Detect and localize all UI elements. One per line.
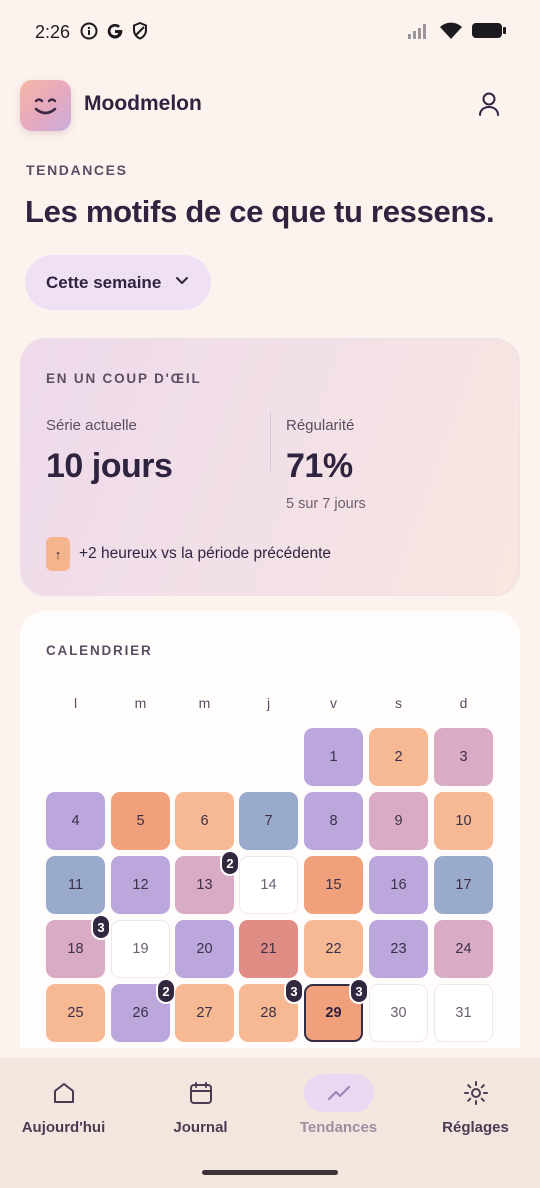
glance-kicker: EN UN COUP D'ŒIL	[46, 371, 202, 386]
calendar-day[interactable]: 8	[304, 792, 363, 850]
calendar-day[interactable]: 5	[111, 792, 170, 850]
weekday-label: m	[134, 695, 147, 711]
calendar-day[interactable]: 11	[46, 856, 105, 914]
calendar-day[interactable]: 2	[369, 728, 428, 786]
regularity-subtext: 5 sur 7 jours	[286, 496, 366, 512]
regularity-label: Régularité	[286, 417, 355, 434]
calendar-icon	[189, 1082, 212, 1104]
gesture-home-bar[interactable]	[202, 1170, 338, 1175]
weekday-label: v	[330, 695, 337, 711]
app-logo	[20, 80, 71, 131]
weekday-label: j	[266, 695, 271, 711]
calendar-day[interactable]: 30	[369, 984, 428, 1042]
calendar-day[interactable]: 24	[434, 920, 493, 978]
calendar-card: CALENDRIER l m m j v s d 1 2 3 4 5 6 7 8 9 10 11 12 13 2 14 15…	[20, 611, 520, 1048]
weekday-label: s	[395, 695, 402, 711]
calendar-day[interactable]: 27	[175, 984, 234, 1042]
trend-up-icon: ↑	[46, 537, 70, 571]
trend-text: +2 heureux vs la période précédente	[79, 545, 332, 562]
glance-card: EN UN COUP D'ŒIL Série actuelle 10 jours…	[20, 338, 520, 596]
google-icon	[107, 23, 123, 39]
period-dropdown-label: Cette semaine	[46, 272, 162, 292]
wifi-icon	[440, 22, 462, 39]
calendar-day[interactable]: 9	[369, 792, 428, 850]
nav-item-trends[interactable]: Tendances	[271, 1058, 406, 1158]
profile-icon	[479, 92, 499, 116]
sun-icon	[463, 1081, 488, 1105]
nav-label-settings: Réglages	[442, 1119, 509, 1136]
weekday-label: l	[73, 695, 78, 711]
streak-label: Série actuelle	[46, 417, 137, 434]
calendar-day[interactable]: 3	[434, 728, 493, 786]
entry-count-badge: 2	[156, 978, 176, 1004]
nav-label-today: Aujourd'hui	[21, 1119, 106, 1136]
calendar-day[interactable]: 23	[369, 920, 428, 978]
calendar-day[interactable]: 4	[46, 792, 105, 850]
calendar-day[interactable]: 31	[434, 984, 493, 1042]
status-time: 2:26	[35, 22, 71, 42]
battery-icon	[472, 23, 506, 38]
signal-icon	[408, 23, 426, 39]
profile-button[interactable]	[472, 88, 506, 122]
calendar-day[interactable]: 6	[175, 792, 234, 850]
calendar-day[interactable]: 19	[111, 920, 170, 978]
page-title: Les motifs de ce que tu ressens.	[25, 194, 495, 229]
entry-count-badge: 3	[91, 914, 111, 940]
calendar-day[interactable]: 10	[434, 792, 493, 850]
nav-item-today[interactable]: Aujourd'hui	[0, 1058, 131, 1158]
calendar-day[interactable]: 1	[304, 728, 363, 786]
nav-item-settings[interactable]: Réglages	[408, 1058, 540, 1158]
nav-item-journal[interactable]: Journal	[133, 1058, 268, 1158]
calendar-day[interactable]: 15	[304, 856, 363, 914]
home-icon	[53, 1083, 74, 1103]
entry-count-badge: 3	[284, 978, 304, 1004]
streak-value: 10 jours	[46, 447, 173, 485]
calendar-day[interactable]: 25	[46, 984, 105, 1042]
calendar-day[interactable]: 7	[239, 792, 298, 850]
bottom-navigation: Aujourd'hui Journal Tendances Réglages	[0, 1058, 540, 1188]
app-name: Moodmelon	[84, 92, 202, 115]
weekday-label: m	[198, 695, 211, 711]
info-icon	[80, 22, 98, 40]
nav-label-trends: Tendances	[299, 1119, 378, 1136]
shield-icon	[133, 22, 147, 40]
stat-divider	[270, 411, 271, 471]
section-kicker: TENDANCES	[26, 162, 128, 178]
period-dropdown[interactable]: Cette semaine	[25, 255, 211, 310]
trend-icon	[327, 1085, 350, 1101]
calendar-day[interactable]: 17	[434, 856, 493, 914]
logo-smile-icon	[34, 98, 57, 115]
calendar-day[interactable]: 16	[369, 856, 428, 914]
calendar-day[interactable]: 14	[239, 856, 298, 914]
status-bar: 2:26	[0, 0, 540, 64]
calendar-day[interactable]: 20	[175, 920, 234, 978]
calendar-kicker: CALENDRIER	[46, 643, 153, 658]
calendar-day[interactable]: 22	[304, 920, 363, 978]
regularity-value: 71%	[286, 447, 353, 485]
calendar-day[interactable]: 21	[239, 920, 298, 978]
calendar-day[interactable]: 12	[111, 856, 170, 914]
entry-count-badge: 2	[220, 850, 240, 876]
weekday-label: d	[459, 695, 468, 711]
entry-count-badge: 3	[349, 978, 369, 1004]
chevron-down-icon	[176, 277, 188, 284]
nav-label-journal: Journal	[173, 1119, 228, 1136]
